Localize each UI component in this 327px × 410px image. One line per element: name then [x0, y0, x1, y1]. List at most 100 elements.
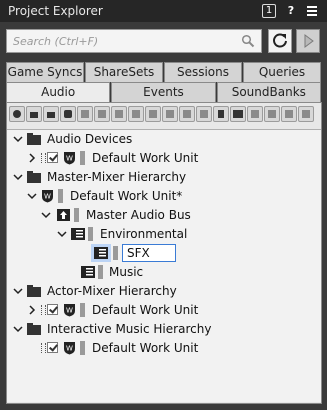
include-checkbox[interactable] [47, 342, 58, 353]
bus-color-bar [113, 246, 118, 260]
tab-sharesets[interactable]: ShareSets [85, 62, 163, 82]
random-container-tool-icon[interactable] [128, 106, 144, 122]
node-label: Default Work Unit [92, 303, 199, 317]
audio-device-tool-icon[interactable] [60, 106, 76, 122]
tree-node-actor-mixer-work-unit[interactable]: W Default Work Unit [7, 301, 321, 319]
tab-audio[interactable]: Audio [6, 82, 111, 102]
expand-arrow-icon[interactable] [13, 324, 23, 334]
refresh-icon [273, 33, 287, 48]
aux-bus-create-tool-icon[interactable] [230, 106, 246, 122]
master-bus-icon [57, 209, 70, 221]
search-icon [241, 34, 255, 48]
tab-game-syncs[interactable]: Game Syncs [6, 62, 84, 82]
tree-node-master-mixer-hierarchy[interactable]: Master-Mixer Hierarchy [7, 168, 321, 186]
include-checkbox[interactable] [47, 304, 58, 315]
actor-mixer-tool-icon[interactable] [111, 106, 127, 122]
tree-node-master-mixer-work-unit[interactable]: W Default Work Unit* [7, 187, 321, 205]
window-title: Project Explorer [8, 4, 103, 18]
tab-row-top: Game Syncs ShareSets Sessions Queries [6, 62, 322, 82]
work-unit-color-bar [58, 189, 63, 203]
folder-icon [27, 323, 41, 335]
expand-arrow-icon[interactable] [41, 210, 51, 220]
hierarchy-tree: Audio Devices W Default Work Unit Master… [7, 129, 321, 402]
audio-bus-icon [81, 266, 95, 278]
expand-arrow-icon[interactable] [57, 229, 67, 239]
refresh-button[interactable] [268, 29, 292, 53]
sound-tool-icon[interactable] [196, 106, 212, 122]
tree-node-master-audio-bus[interactable]: Master Audio Bus [7, 206, 321, 224]
expand-arrow-icon[interactable] [13, 172, 23, 182]
aux-bus-tool-icon[interactable] [94, 106, 110, 122]
drag-handle-icon[interactable] [41, 343, 46, 353]
node-label: Audio Devices [47, 132, 133, 146]
tab-row-bottom: Audio Events SoundBanks [6, 82, 322, 102]
expand-arrow-icon[interactable] [13, 134, 23, 144]
collapsed-arrow-icon[interactable] [27, 305, 37, 315]
play-arrow-icon [304, 34, 314, 48]
audio-panel: Audio Devices W Default Work Unit Master… [6, 102, 322, 404]
svg-text:W: W [44, 193, 51, 201]
folder-icon [27, 171, 41, 183]
bus-tool-icon[interactable] [77, 106, 93, 122]
tree-node-audio-devices-work-unit[interactable]: W Default Work Unit [7, 149, 321, 167]
rename-input[interactable]: SFX [122, 244, 176, 262]
work-unit-shield-icon: W [64, 152, 75, 165]
switch-container-tool-icon[interactable] [162, 106, 178, 122]
tree-node-interactive-music-hierarchy[interactable]: Interactive Music Hierarchy [7, 320, 321, 338]
node-label: Master Audio Bus [86, 208, 191, 222]
tree-node-sfx[interactable]: SFX [7, 244, 321, 262]
drag-handle-icon[interactable] [41, 153, 46, 163]
tree-node-audio-devices[interactable]: Audio Devices [7, 130, 321, 148]
folder-icon [27, 133, 41, 145]
blend-container-tool-icon[interactable] [179, 106, 195, 122]
view-count-badge[interactable]: 1 [262, 4, 276, 18]
help-icon[interactable]: ? [284, 4, 298, 18]
node-label: Default Work Unit* [70, 189, 183, 203]
folder-tool-icon[interactable] [26, 106, 42, 122]
drag-handle-icon[interactable] [41, 305, 46, 315]
work-unit-tool-icon[interactable] [9, 106, 25, 122]
music-track-tool-icon[interactable] [298, 106, 314, 122]
node-label: Environmental [100, 227, 188, 241]
work-unit-shield-icon: W [64, 304, 75, 317]
audio-bus-icon [71, 228, 85, 240]
title-bar: Project Explorer 1 ? [0, 0, 327, 22]
tab-events[interactable]: Events [111, 82, 216, 102]
create-toolbar [9, 105, 319, 125]
tab-queries[interactable]: Queries [243, 62, 321, 82]
search-row: Search (Ctrl+F) [0, 22, 327, 62]
sequence-container-tool-icon[interactable] [145, 106, 161, 122]
bus-color-bar [74, 208, 79, 222]
bus-color-bar [98, 265, 103, 279]
work-unit-color-bar [80, 151, 85, 165]
sync-selection-button[interactable] [296, 29, 320, 53]
menu-icon[interactable] [305, 4, 319, 18]
work-unit-color-bar [80, 303, 85, 317]
tree-node-actor-mixer-hierarchy[interactable]: Actor-Mixer Hierarchy [7, 282, 321, 300]
svg-text:W: W [66, 155, 73, 163]
audio-bus-tool-icon[interactable] [213, 106, 229, 122]
expand-arrow-icon[interactable] [13, 286, 23, 296]
virtual-folder-tool-icon[interactable] [43, 106, 59, 122]
tree-node-music[interactable]: Music [7, 263, 321, 281]
node-label: Interactive Music Hierarchy [47, 322, 212, 336]
audio-bus-icon [94, 247, 108, 259]
bus-color-bar [88, 227, 93, 241]
include-checkbox[interactable] [47, 152, 58, 163]
tab-sessions[interactable]: Sessions [164, 62, 242, 82]
tree-node-interactive-music-work-unit[interactable]: W Default Work Unit [7, 339, 321, 357]
tree-node-environmental[interactable]: Environmental [7, 225, 321, 243]
folder-icon [27, 285, 41, 297]
music-playlist-tool-icon[interactable] [264, 106, 280, 122]
collapsed-arrow-icon[interactable] [27, 153, 37, 163]
music-segment-tool-icon[interactable] [281, 106, 297, 122]
svg-text:W: W [66, 345, 73, 353]
tab-soundbanks[interactable]: SoundBanks [216, 82, 321, 102]
svg-text:W: W [66, 307, 73, 315]
node-label: Actor-Mixer Hierarchy [47, 284, 177, 298]
node-label: Music [109, 265, 144, 279]
expand-arrow-icon[interactable] [27, 191, 37, 201]
search-input[interactable]: Search (Ctrl+F) [6, 29, 262, 53]
music-switch-tool-icon[interactable] [247, 106, 263, 122]
work-unit-color-bar [80, 341, 85, 355]
